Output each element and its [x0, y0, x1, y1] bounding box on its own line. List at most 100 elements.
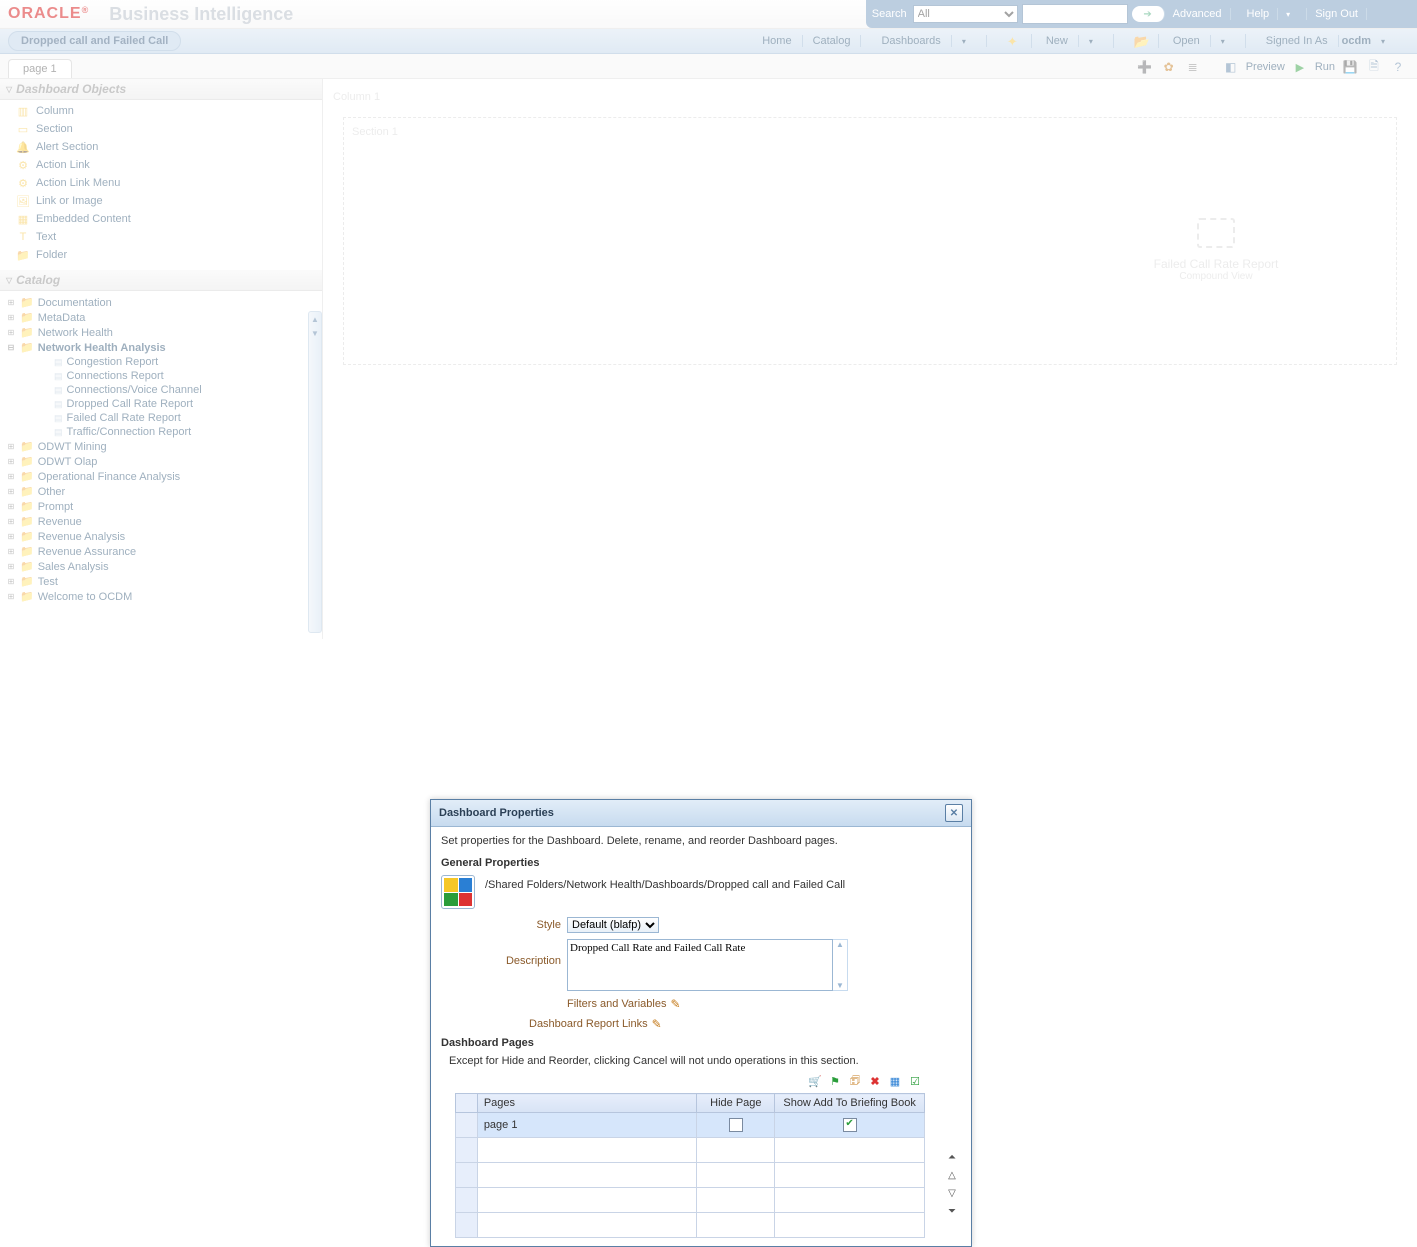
briefing-checkbox[interactable]: [843, 1118, 857, 1132]
move-down-icon[interactable]: ▽: [945, 1186, 959, 1200]
advanced-link[interactable]: Advanced: [1165, 8, 1231, 20]
move-bottom-icon[interactable]: ⏷: [945, 1204, 959, 1218]
expand-icon[interactable]: ⊟: [6, 343, 16, 352]
home-link[interactable]: Home: [752, 35, 802, 47]
catalog-folder[interactable]: ⊞📁Prompt: [6, 499, 316, 514]
dashboard-properties-icon[interactable]: ✿: [1160, 58, 1178, 76]
scroll-up-icon[interactable]: ▲: [309, 312, 321, 326]
catalog-folder[interactable]: ⊞📁ODWT Olap: [6, 454, 316, 469]
search-button[interactable]: ➔: [1132, 6, 1165, 22]
catalog-folder[interactable]: ⊞📁Sales Analysis: [6, 559, 316, 574]
expand-icon[interactable]: ⊞: [6, 562, 16, 571]
pages-row[interactable]: [456, 1138, 925, 1163]
close-icon[interactable]: ✕: [945, 804, 963, 822]
dashboard-object-item[interactable]: 🔔Alert Section: [6, 138, 316, 156]
page-name-cell[interactable]: page 1: [477, 1113, 697, 1138]
permissions-icon[interactable]: ▦: [887, 1073, 903, 1089]
dashboard-object-item[interactable]: ▥Column: [6, 102, 316, 120]
hide-checkbox[interactable]: [729, 1118, 743, 1132]
report-links-link[interactable]: Dashboard Report Links: [529, 1018, 648, 1030]
report-placeholder[interactable]: Failed Call Rate Report Compound View: [1116, 218, 1316, 282]
rename-icon[interactable]: 🗊: [847, 1073, 863, 1089]
expand-icon[interactable]: ⊞: [6, 457, 16, 466]
expand-icon[interactable]: ⊞: [6, 577, 16, 586]
page-name-cell[interactable]: [477, 1163, 697, 1188]
textarea-scrollbar[interactable]: ▲▼: [833, 939, 848, 991]
filters-link[interactable]: Filters and Variables: [567, 998, 666, 1010]
pages-row[interactable]: page 1: [456, 1113, 925, 1138]
catalog-report[interactable]: ▤Dropped Call Rate Report: [6, 397, 316, 411]
page-name-cell[interactable]: [477, 1213, 697, 1238]
catalog-heading[interactable]: ▽Catalog: [0, 270, 322, 291]
catalog-folder[interactable]: ⊟📁Network Health Analysis: [6, 340, 316, 355]
edit-filters-icon[interactable]: ✎: [670, 997, 680, 1011]
scroll-down-icon[interactable]: ▼: [309, 326, 321, 340]
expand-icon[interactable]: ⊞: [6, 532, 16, 541]
catalog-report[interactable]: ▤Failed Call Rate Report: [6, 411, 316, 425]
catalog-scrollbar[interactable]: ▲ ▼: [308, 311, 322, 633]
catalog-folder[interactable]: ⊞📁Documentation: [6, 295, 316, 310]
catalog-link[interactable]: Catalog: [803, 35, 862, 47]
pages-row[interactable]: [456, 1213, 925, 1238]
flag-icon[interactable]: ⚑: [827, 1073, 843, 1089]
edit-report-links-icon[interactable]: ✎: [652, 1017, 662, 1031]
dashboard-object-item[interactable]: TText: [6, 228, 316, 246]
catalog-folder[interactable]: ⊞📁Revenue Assurance: [6, 544, 316, 559]
select-icon[interactable]: ☑: [907, 1073, 923, 1089]
catalog-folder[interactable]: ⊞📁Network Health: [6, 325, 316, 340]
style-select[interactable]: Default (blafp): [567, 917, 659, 933]
catalog-folder[interactable]: ⊞📁Other: [6, 484, 316, 499]
tab-page1[interactable]: page 1: [8, 59, 72, 78]
dialog-header[interactable]: Dashboard Properties ✕: [431, 800, 971, 827]
help-icon[interactable]: ?: [1389, 58, 1407, 76]
catalog-folder[interactable]: ⊞📁ODWT Mining: [6, 439, 316, 454]
move-up-icon[interactable]: △: [945, 1168, 959, 1182]
cart-icon[interactable]: 🛒: [807, 1073, 823, 1089]
expand-icon[interactable]: ⊞: [6, 442, 16, 451]
search-input[interactable]: [1022, 4, 1128, 24]
add-page-icon[interactable]: ➕: [1136, 58, 1154, 76]
expand-icon[interactable]: ⊞: [6, 487, 16, 496]
catalog-folder[interactable]: ⊞📁Revenue: [6, 514, 316, 529]
expand-icon[interactable]: ⊞: [6, 472, 16, 481]
save-as-icon[interactable]: 🗎: [1365, 58, 1383, 76]
signout-link[interactable]: Sign Out: [1307, 8, 1367, 20]
open-menu[interactable]: 📂Open▾: [1114, 34, 1246, 48]
move-top-icon[interactable]: ⏶: [945, 1150, 959, 1164]
page-name-cell[interactable]: [477, 1188, 697, 1213]
expand-icon[interactable]: ⊞: [6, 592, 16, 601]
catalog-report[interactable]: ▤Traffic/Connection Report: [6, 425, 316, 439]
expand-icon[interactable]: ⊞: [6, 502, 16, 511]
objects-heading[interactable]: ▽Dashboard Objects: [0, 79, 322, 100]
pages-row[interactable]: [456, 1163, 925, 1188]
dashboard-object-item[interactable]: 🖼Link or Image: [6, 192, 316, 210]
run-icon[interactable]: ▶: [1291, 58, 1309, 76]
dashboard-object-item[interactable]: ▭Section: [6, 120, 316, 138]
preview-icon[interactable]: ◧: [1222, 58, 1240, 76]
pages-row[interactable]: [456, 1188, 925, 1213]
page-name-cell[interactable]: [477, 1138, 697, 1163]
expand-icon[interactable]: ⊞: [6, 517, 16, 526]
catalog-folder[interactable]: ⊞📁Test: [6, 574, 316, 589]
catalog-report[interactable]: ▤Connections Report: [6, 369, 316, 383]
help-link[interactable]: Help▾: [1231, 8, 1308, 20]
expand-icon[interactable]: ⊞: [6, 547, 16, 556]
dashboard-object-item[interactable]: ▦Embedded Content: [6, 210, 316, 228]
catalog-folder[interactable]: ⊞📁Operational Finance Analysis: [6, 469, 316, 484]
catalog-folder[interactable]: ⊞📁Welcome to OCDM: [6, 589, 316, 604]
catalog-folder[interactable]: ⊞📁Revenue Analysis: [6, 529, 316, 544]
new-menu[interactable]: ✦New▾: [987, 34, 1114, 48]
delete-icon[interactable]: ✖: [867, 1073, 883, 1089]
catalog-folder[interactable]: ⊞📁MetaData: [6, 310, 316, 325]
preview-button[interactable]: Preview: [1246, 61, 1285, 73]
expand-icon[interactable]: ⊞: [6, 313, 16, 322]
run-button[interactable]: Run: [1315, 61, 1335, 73]
catalog-report[interactable]: ▤Congestion Report: [6, 355, 316, 369]
dashboards-menu[interactable]: Dashboards▾: [861, 35, 986, 47]
description-textarea[interactable]: Dropped Call Rate and Failed Call Rate: [567, 939, 833, 991]
dashboard-object-item[interactable]: ⚙Action Link: [6, 156, 316, 174]
save-icon[interactable]: 💾: [1341, 58, 1359, 76]
catalog-report[interactable]: ▤Connections/Voice Channel: [6, 383, 316, 397]
dashboard-object-item[interactable]: 📁Folder: [6, 246, 316, 264]
search-scope-select[interactable]: All: [913, 5, 1018, 23]
